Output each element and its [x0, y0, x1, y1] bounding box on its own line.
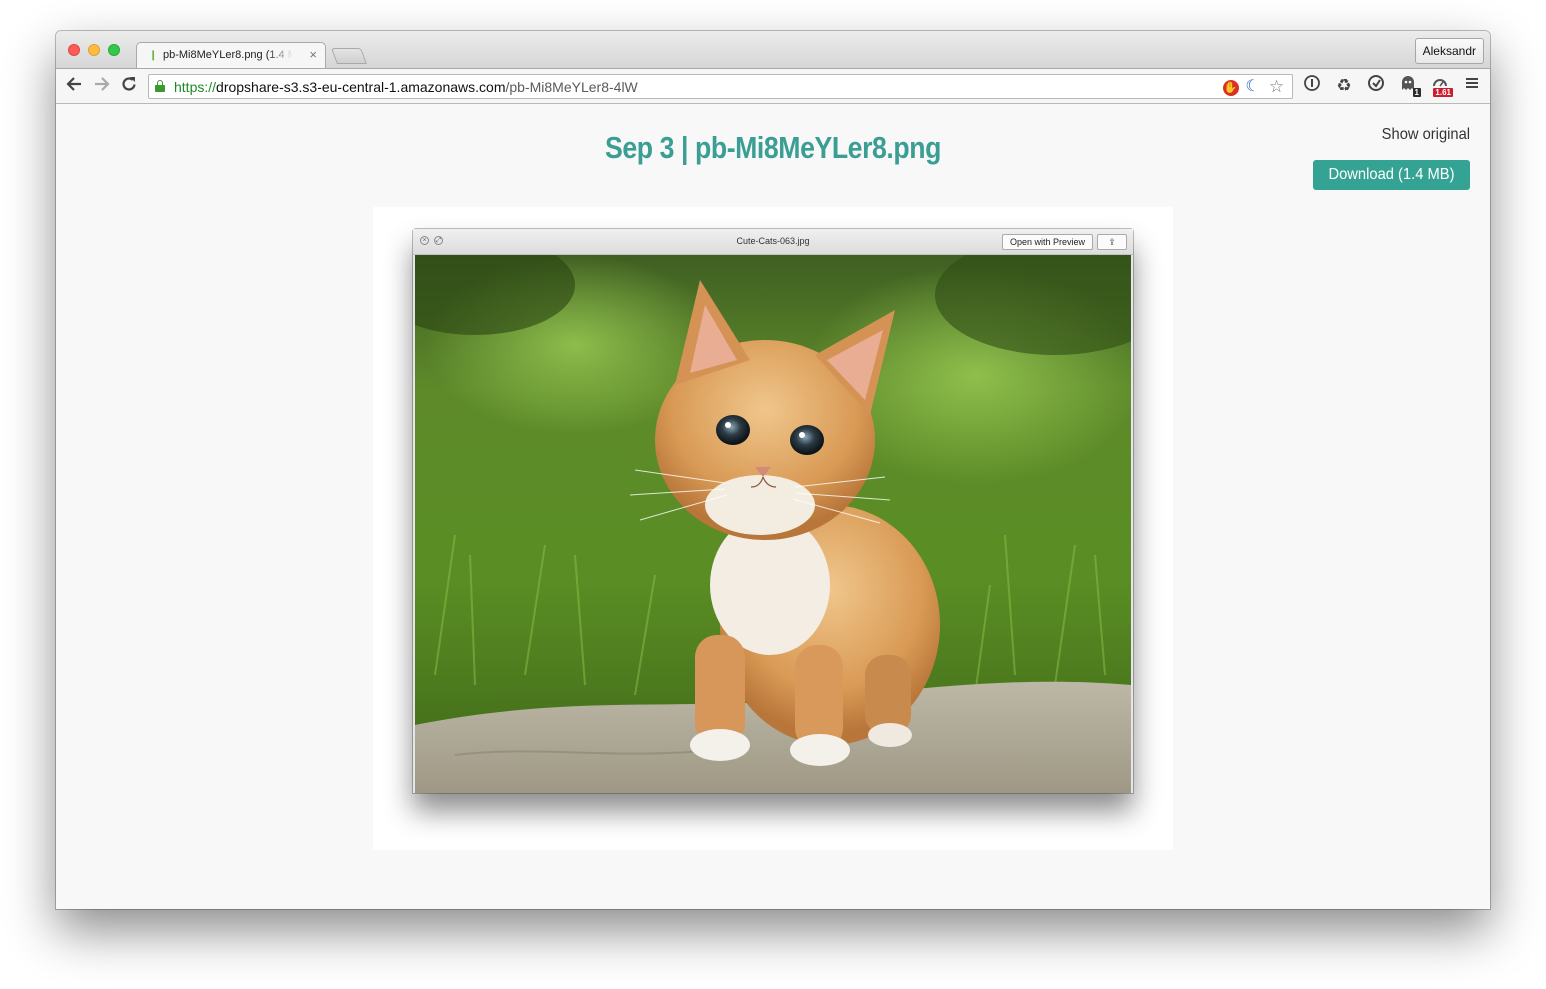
forward-arrow-icon[interactable] [92, 75, 112, 97]
bookmark-star-icon[interactable]: ☆ [1267, 77, 1286, 96]
image-preview-frame: × ⤢ Cute-Cats-063.jpg Open with Preview … [373, 207, 1173, 850]
tab-close-icon[interactable]: × [309, 47, 317, 62]
sync-icon[interactable] [1364, 74, 1388, 98]
title-bar: ❙ pb-Mi8MeYLer8.png (1.4 MB) × Aleksandr [56, 31, 1490, 68]
open-with-preview-button: Open with Preview [1001, 234, 1093, 250]
ghost-extension-icon[interactable]: 1 [1396, 74, 1421, 98]
tab-active[interactable]: ❙ pb-Mi8MeYLer8.png (1.4 MB) × [136, 42, 326, 68]
share-icon: ⇪ [1097, 234, 1127, 250]
info-icon[interactable] [1300, 74, 1324, 98]
timer-extension-icon[interactable]: 1.61 [1428, 74, 1453, 98]
url-text: https://dropshare-s3.s3-eu-central-1.ama… [174, 79, 638, 95]
profile-button[interactable]: Aleksandr [1414, 38, 1484, 64]
extension-badge: 1 [1412, 88, 1421, 97]
show-original-link[interactable]: Show original [1382, 126, 1470, 144]
page-content: Sep 3 | pb-Mi8MeYLer8.png Show original … [56, 104, 1490, 909]
maximize-window-button[interactable] [108, 44, 120, 56]
download-button[interactable]: Download (1.4 MB) [1313, 160, 1470, 190]
minimize-window-button[interactable] [88, 44, 100, 56]
page-title: Sep 3 | pb-Mi8MeYLer8.png [605, 130, 941, 165]
extension-badge: 1.61 [1433, 88, 1453, 97]
quicklook-titlebar: × ⤢ Cute-Cats-063.jpg Open with Preview … [413, 229, 1133, 255]
menu-hamburger-icon[interactable] [1460, 74, 1484, 98]
browser-toolbar: https://dropshare-s3.s3-eu-central-1.ama… [56, 68, 1490, 104]
adblock-icon[interactable]: ✋ [1221, 77, 1240, 96]
quicklook-screenshot: × ⤢ Cute-Cats-063.jpg Open with Preview … [413, 229, 1133, 793]
night-mode-icon[interactable]: ☾ [1243, 77, 1262, 96]
kitten-photo [415, 255, 1131, 793]
tab-title: pb-Mi8MeYLer8.png (1.4 MB) [163, 49, 293, 61]
new-tab-button[interactable] [331, 48, 367, 64]
back-arrow-icon[interactable] [64, 75, 84, 97]
lock-icon [155, 80, 165, 92]
reload-icon[interactable] [119, 75, 139, 97]
page-favicon-icon: ❙ [149, 50, 158, 61]
address-bar[interactable]: https://dropshare-s3.s3-eu-central-1.ama… [148, 74, 1293, 99]
recycle-icon[interactable]: ♻ [1332, 74, 1356, 98]
browser-window: ❙ pb-Mi8MeYLer8.png (1.4 MB) × Aleksandr… [56, 31, 1490, 909]
close-window-button[interactable] [68, 44, 80, 56]
